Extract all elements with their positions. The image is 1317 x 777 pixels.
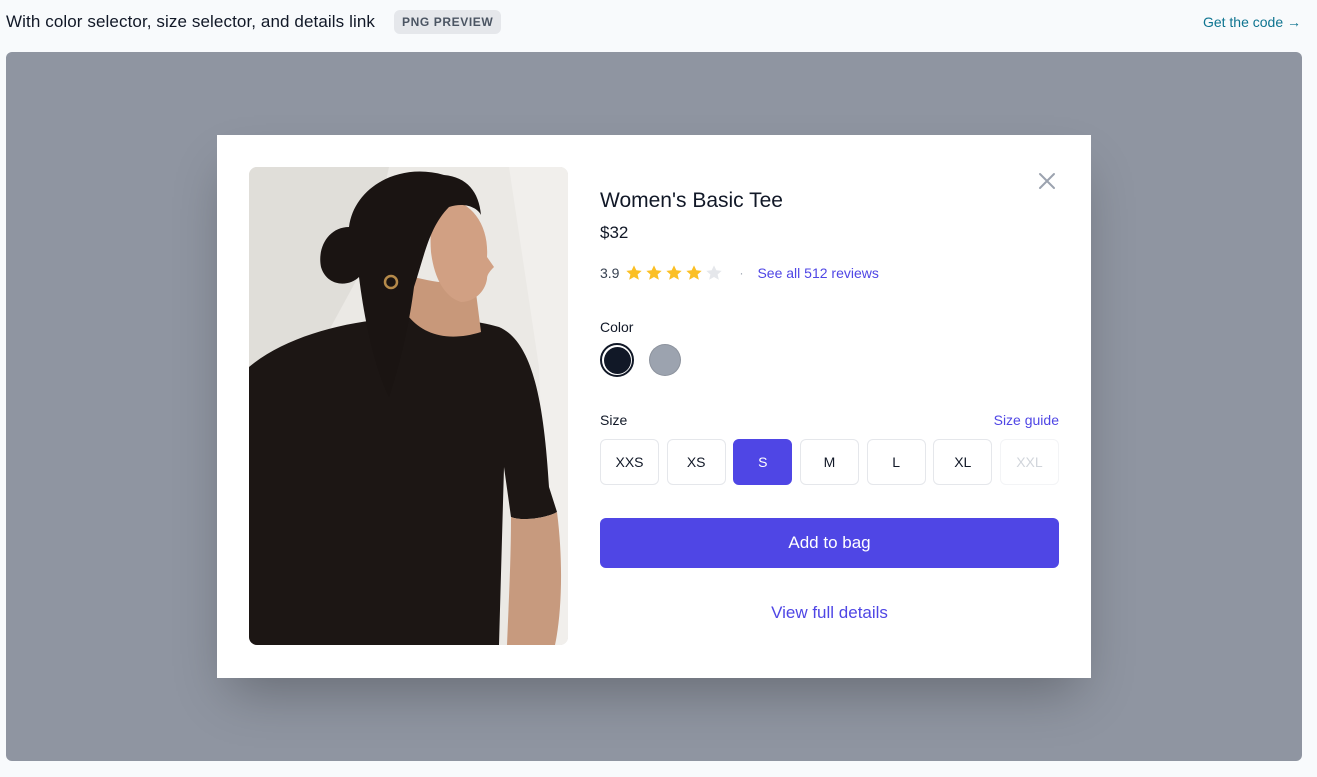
size-option-xs[interactable]: XS	[666, 439, 726, 485]
close-icon	[1039, 173, 1055, 189]
quick-view-modal: Women's Basic Tee $32 3.9 · See all 512 …	[217, 135, 1091, 678]
star-icon	[686, 265, 703, 280]
color-selector	[600, 343, 682, 377]
color-swatch-fill	[649, 344, 681, 376]
product-photo	[249, 167, 568, 645]
size-option-m[interactable]: M	[799, 439, 859, 485]
color-swatch-black[interactable]	[600, 343, 634, 377]
see-all-reviews-link[interactable]: See all 512 reviews	[757, 265, 878, 281]
product-name: Women's Basic Tee	[600, 189, 783, 212]
product-price: $32	[600, 223, 629, 242]
size-option-xl[interactable]: XL	[933, 439, 993, 485]
star-icon	[666, 265, 683, 280]
example-title: With color selector, size selector, and …	[6, 12, 375, 31]
add-to-bag-button[interactable]: Add to bag	[600, 518, 1059, 568]
close-button[interactable]	[1035, 169, 1059, 193]
view-full-details-link[interactable]: View full details	[600, 603, 1059, 623]
star-icon	[626, 265, 643, 280]
size-option-l[interactable]: L	[866, 439, 926, 485]
star-icon	[646, 265, 663, 280]
rating-value: 3.9	[600, 265, 620, 281]
rating-row: 3.9 · See all 512 reviews	[600, 263, 879, 283]
size-guide-link[interactable]: Size guide	[994, 412, 1059, 428]
product-photo-illustration	[249, 167, 568, 645]
get-the-code-link[interactable]: Get the code →	[1203, 14, 1301, 30]
png-preview-badge: PNG PREVIEW	[394, 10, 502, 34]
color-swatch-fill	[603, 346, 631, 374]
star-icon	[706, 265, 723, 280]
size-option-s[interactable]: S	[733, 439, 793, 485]
separator-dot: ·	[739, 266, 744, 280]
size-label: Size	[600, 412, 628, 428]
color-label: Color	[600, 319, 634, 335]
size-option-xxl: XXL	[999, 439, 1059, 485]
size-selector: XXS XS S M L XL XXL	[600, 439, 1059, 485]
size-option-xxs[interactable]: XXS	[600, 439, 659, 485]
rating-stars	[625, 264, 723, 282]
color-swatch-gray[interactable]	[648, 343, 682, 377]
preview-header: With color selector, size selector, and …	[0, 0, 1317, 44]
